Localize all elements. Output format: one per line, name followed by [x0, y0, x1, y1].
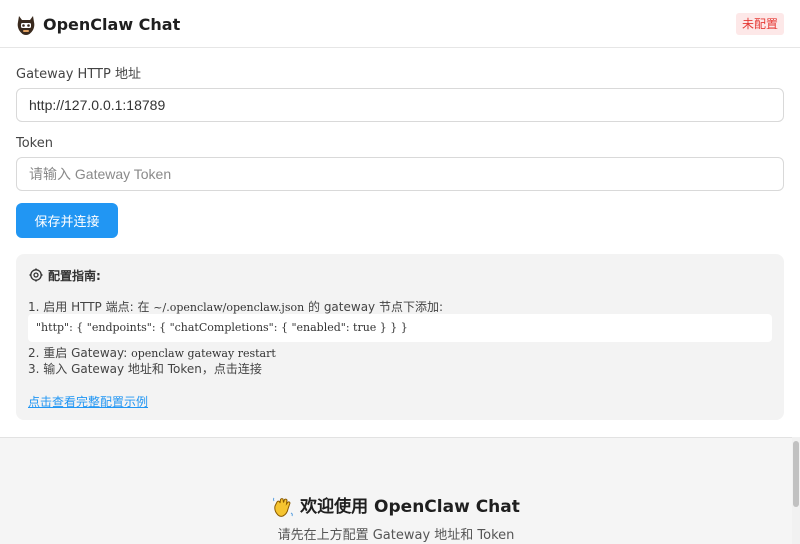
- welcome-title: 欢迎使用 OpenClaw Chat: [300, 497, 520, 517]
- scrollbar-thumb[interactable]: [793, 441, 799, 507]
- chat-area: 欢迎使用 OpenClaw Chat 请先在上方配置 Gateway 地址和 T…: [0, 437, 800, 544]
- gateway-url-input[interactable]: [16, 88, 784, 122]
- step1-text: 1. 启用 HTTP 端点: 在: [28, 300, 154, 314]
- token-input[interactable]: [16, 157, 784, 191]
- full-config-example-link[interactable]: 点击查看完整配置示例: [28, 393, 148, 410]
- app-header: OpenClaw Chat 未配置: [0, 0, 800, 48]
- config-guide-panel: 配置指南: 1. 启用 HTTP 端点: 在 ~/.openclaw/openc…: [16, 254, 784, 420]
- welcome-heading: 欢迎使用 OpenClaw Chat: [0, 496, 792, 518]
- code-snippet: "http": { "endpoints": { "chatCompletion…: [28, 314, 772, 342]
- app-title: OpenClaw Chat: [43, 15, 181, 34]
- restart-command: openclaw gateway restart: [131, 347, 276, 360]
- guide-step-2: 2. 重启 Gateway: openclaw gateway restart: [28, 345, 276, 362]
- scrollbar[interactable]: [792, 437, 800, 544]
- gear-icon: [29, 268, 43, 282]
- welcome-subtitle: 请先在上方配置 Gateway 地址和 Token: [277, 528, 515, 543]
- token-label: Token: [16, 136, 53, 151]
- step2-text: 2. 重启 Gateway:: [28, 346, 132, 360]
- waving-hand-icon: [273, 497, 293, 517]
- guide-header: 配置指南:: [29, 266, 101, 284]
- step1-suffix: 的 gateway 节点下添加:: [304, 300, 444, 314]
- robot-icon: [17, 16, 35, 35]
- guide-title: 配置指南:: [48, 268, 101, 283]
- config-path: ~/.openclaw/openclaw.json: [153, 301, 305, 314]
- save-connect-button[interactable]: 保存并连接: [16, 203, 118, 238]
- guide-step-3: 3. 输入 Gateway 地址和 Token，点击连接: [28, 362, 262, 376]
- gateway-url-label: Gateway HTTP 地址: [16, 67, 141, 82]
- status-badge: 未配置: [735, 13, 784, 35]
